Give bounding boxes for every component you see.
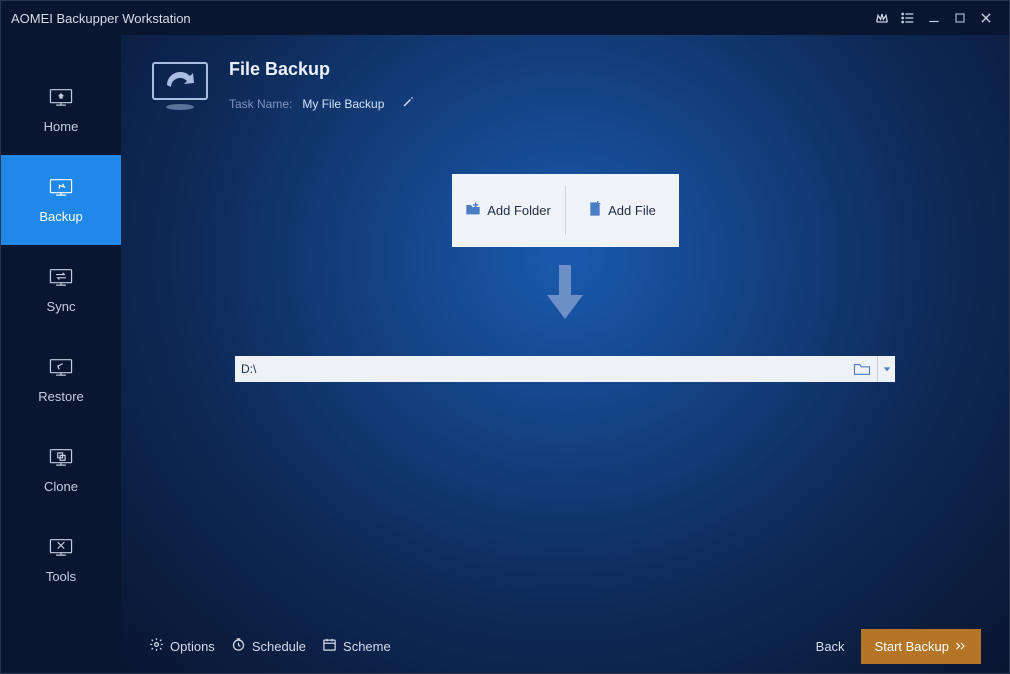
add-source-box: Add Folder Add File <box>452 174 679 247</box>
edit-task-name-button[interactable] <box>396 90 420 114</box>
sidebar-item-label: Backup <box>39 209 82 224</box>
destination-dropdown-button[interactable] <box>877 356 895 382</box>
main-panel: File Backup Task Name: My File Backup <box>121 35 1009 673</box>
add-folder-label: Add Folder <box>487 203 551 218</box>
start-backup-button[interactable]: Start Backup <box>861 629 981 664</box>
tools-icon <box>48 536 74 561</box>
options-label: Options <box>170 639 215 654</box>
sidebar-item-label: Clone <box>44 479 78 494</box>
menu-list-icon[interactable] <box>895 5 921 31</box>
sidebar: Home Backup Sync Restore <box>1 35 121 673</box>
scheme-button[interactable]: Scheme <box>322 637 391 655</box>
restore-icon <box>48 356 74 381</box>
back-button[interactable]: Back <box>816 639 845 654</box>
file-plus-icon <box>588 201 602 220</box>
scheme-label: Scheme <box>343 639 391 654</box>
window-title: AOMEI Backupper Workstation <box>11 11 869 26</box>
sync-icon <box>48 266 74 291</box>
close-button[interactable] <box>973 5 999 31</box>
browse-destination-button[interactable] <box>847 356 877 382</box>
folder-plus-icon <box>465 202 481 219</box>
sidebar-item-home[interactable]: Home <box>1 65 121 155</box>
maximize-button[interactable] <box>947 5 973 31</box>
add-file-label: Add File <box>608 203 656 218</box>
sidebar-item-restore[interactable]: Restore <box>1 335 121 425</box>
start-backup-label: Start Backup <box>875 639 949 654</box>
clone-icon <box>48 446 74 471</box>
sidebar-item-backup[interactable]: Backup <box>1 155 121 245</box>
sidebar-item-label: Tools <box>46 569 76 584</box>
clock-icon <box>231 637 246 655</box>
file-backup-hero-icon <box>149 59 211 113</box>
arrow-down-icon <box>545 265 585 326</box>
task-name-row: Task Name: My File Backup <box>229 90 420 114</box>
back-label: Back <box>816 639 845 654</box>
page-title: File Backup <box>229 59 420 80</box>
options-button[interactable]: Options <box>149 637 215 655</box>
add-folder-button[interactable]: Add Folder <box>452 174 565 247</box>
sidebar-item-tools[interactable]: Tools <box>1 515 121 605</box>
titlebar: AOMEI Backupper Workstation <box>1 1 1009 35</box>
sidebar-item-label: Sync <box>47 299 76 314</box>
add-file-button[interactable]: Add File <box>566 174 679 247</box>
destination-bar[interactable]: D:\ <box>235 356 895 382</box>
sidebar-item-sync[interactable]: Sync <box>1 245 121 335</box>
minimize-button[interactable] <box>921 5 947 31</box>
task-name-label: Task Name: <box>229 97 292 111</box>
backup-icon <box>48 176 74 201</box>
schedule-button[interactable]: Schedule <box>231 637 306 655</box>
calendar-icon <box>322 637 337 655</box>
destination-path[interactable]: D:\ <box>235 362 847 376</box>
home-icon <box>48 86 74 111</box>
gear-icon <box>149 637 164 655</box>
task-name-value[interactable]: My File Backup <box>302 97 384 111</box>
sidebar-item-label: Restore <box>38 389 84 404</box>
footer: Options Schedule Scheme Back <box>121 619 1009 673</box>
sidebar-item-clone[interactable]: Clone <box>1 425 121 515</box>
schedule-label: Schedule <box>252 639 306 654</box>
crown-icon[interactable] <box>869 5 895 31</box>
chevron-right-icon <box>955 639 967 654</box>
sidebar-item-label: Home <box>44 119 79 134</box>
